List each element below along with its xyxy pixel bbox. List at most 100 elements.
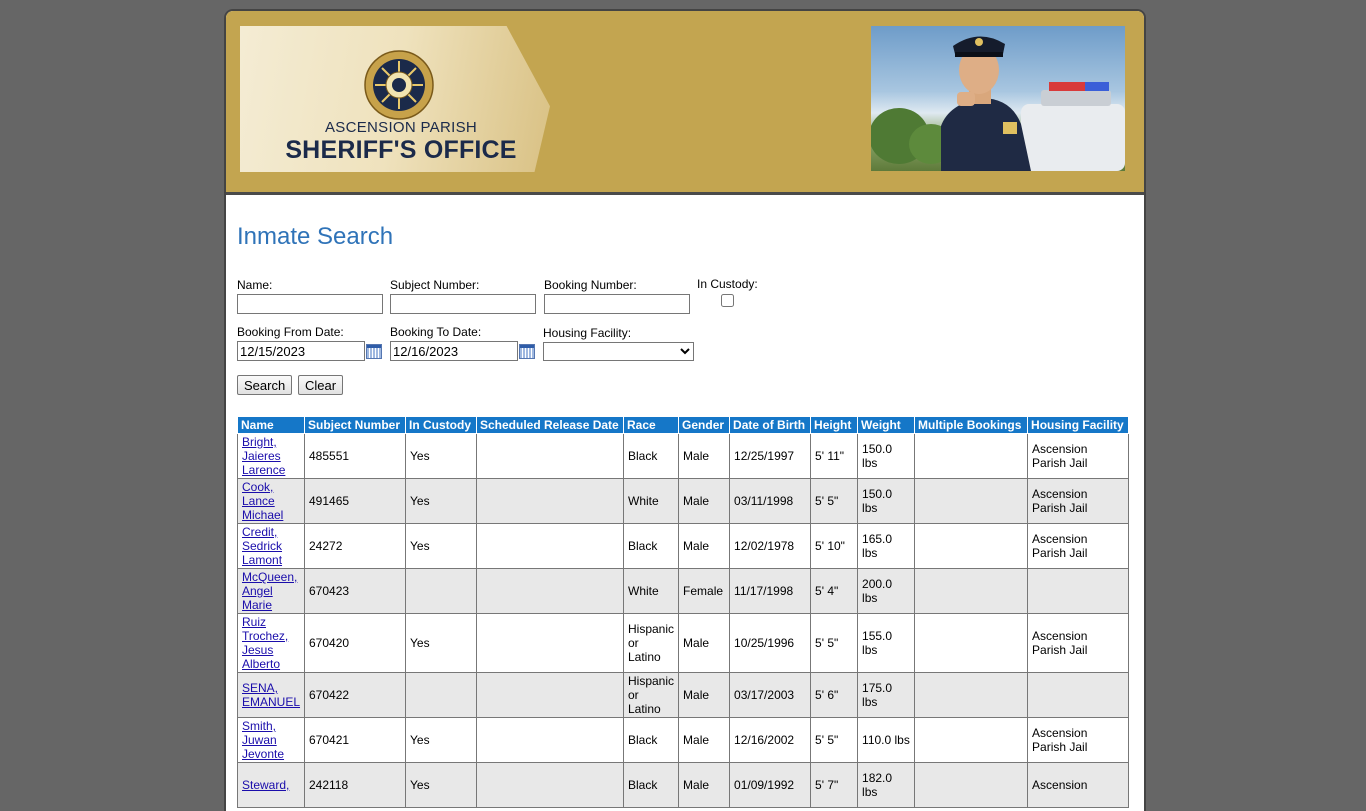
cell-name: SENA, EMANUEL: [237, 672, 305, 718]
cell-release-date: [476, 523, 624, 569]
col-header-in-custody[interactable]: In Custody: [405, 416, 477, 434]
page-title: Inmate Search: [237, 223, 394, 250]
inmate-name-link[interactable]: Ruiz Trochez, Jesus Alberto: [242, 615, 288, 671]
name-label: Name:: [237, 278, 273, 292]
inmate-name-link[interactable]: SENA, EMANUEL: [242, 681, 300, 709]
cell-date-of-birth: 01/09/1992: [729, 762, 812, 808]
inmate-name-link[interactable]: Smith, Juwan Jevonte: [242, 719, 284, 761]
cell-height: 5' 10": [810, 523, 859, 569]
subject-number-field-group: Subject Number:: [390, 278, 536, 314]
cell-subject-number: 670423: [304, 568, 406, 614]
cell-housing-facility: Ascension Parish Jail: [1027, 717, 1130, 763]
search-button[interactable]: Search: [237, 375, 293, 395]
cell-name: Ruiz Trochez, Jesus Alberto: [237, 613, 305, 673]
cell-housing-facility: [1027, 672, 1130, 718]
cell-release-date: [476, 672, 624, 718]
col-header-height[interactable]: Height: [810, 416, 859, 434]
col-header-subject-number[interactable]: Subject Number: [304, 416, 406, 434]
cell-multiple-bookings: [914, 523, 1029, 569]
officer-photo-image: [871, 36, 1125, 171]
logo-text-sheriffs-office: SHERIFF'S OFFICE: [285, 136, 517, 164]
col-header-name[interactable]: Name: [237, 416, 305, 434]
cell-height: 5' 4": [810, 568, 859, 614]
in-custody-label: In Custody:: [697, 277, 758, 291]
col-header-housing-facility[interactable]: Housing Facility: [1027, 416, 1130, 434]
col-header-race[interactable]: Race: [622, 416, 680, 434]
cell-date-of-birth: 11/17/1998: [729, 568, 812, 614]
cell-gender: Male: [678, 433, 731, 479]
cell-in-custody: Yes: [405, 478, 477, 524]
cell-weight: 150.0 lbs: [857, 433, 916, 479]
subject-number-input[interactable]: [390, 294, 536, 314]
clear-button[interactable]: Clear: [298, 375, 344, 395]
booking-to-field-group: Booking To Date:: [390, 325, 518, 361]
cell-date-of-birth: 12/25/1997: [729, 433, 812, 479]
inmate-name-link[interactable]: Credit, Sedrick Lamont: [242, 525, 282, 567]
cell-name: Bright, Jaieres Larence: [237, 433, 305, 479]
col-header-weight[interactable]: Weight: [857, 416, 916, 434]
inmate-name-link[interactable]: Steward,: [242, 778, 289, 792]
table-row: Ruiz Trochez, Jesus Alberto 670420 Yes H…: [237, 613, 1130, 673]
cell-housing-facility: Ascension Parish Jail: [1027, 433, 1130, 479]
table-row: SENA, EMANUEL 670422 Hispanic or Latino …: [237, 672, 1130, 718]
booking-number-label: Booking Number:: [544, 278, 637, 292]
cell-release-date: [476, 568, 624, 614]
booking-to-date-input[interactable]: [390, 341, 518, 361]
cell-multiple-bookings: [914, 433, 1029, 479]
table-header-row: Name Subject Number In Custody Scheduled…: [237, 416, 1130, 434]
cell-release-date: [476, 478, 624, 524]
cell-gender: Male: [678, 762, 731, 808]
booking-from-date-input[interactable]: [237, 341, 365, 361]
housing-facility-field-group: Housing Facility:: [543, 326, 694, 361]
cell-gender: Female: [678, 568, 731, 614]
cell-gender: Male: [678, 717, 731, 763]
booking-from-label: Booking From Date:: [237, 325, 344, 339]
inmate-name-link[interactable]: Cook, Lance Michael: [242, 480, 283, 522]
cell-gender: Male: [678, 672, 731, 718]
cell-race: Hispanic or Latino: [622, 613, 680, 673]
col-header-gender[interactable]: Gender: [678, 416, 731, 434]
cell-weight: 175.0 lbs: [857, 672, 916, 718]
cell-in-custody: Yes: [405, 433, 477, 479]
cell-gender: Male: [678, 523, 731, 569]
cell-height: 5' 5": [810, 613, 859, 673]
cell-multiple-bookings: [914, 478, 1029, 524]
sheriff-logo[interactable]: ASCENSION PARISH SHERIFF'S OFFICE: [240, 26, 550, 172]
cell-name: Credit, Sedrick Lamont: [237, 523, 305, 569]
cell-weight: 110.0 lbs: [857, 717, 916, 763]
col-header-release-date[interactable]: Scheduled Release Date: [476, 416, 624, 434]
cell-height: 5' 6": [810, 672, 859, 718]
in-custody-checkbox[interactable]: [720, 294, 734, 307]
cell-name: McQueen, Angel Marie: [237, 568, 305, 614]
logo-text-parish: ASCENSION PARISH: [324, 119, 478, 136]
subject-number-label: Subject Number:: [390, 278, 480, 292]
booking-to-calendar-icon[interactable]: [519, 344, 535, 359]
cell-height: 5' 5": [810, 478, 859, 524]
table-row: Smith, Juwan Jevonte 670421 Yes Black Ma…: [237, 717, 1130, 763]
cell-multiple-bookings: [914, 672, 1029, 718]
booking-from-calendar-icon[interactable]: [366, 344, 382, 359]
site-header: ASCENSION PARISH SHERIFF'S OFFICE: [226, 11, 1144, 195]
table-row: Credit, Sedrick Lamont 24272 Yes Black M…: [237, 523, 1130, 569]
cell-subject-number: 242118: [304, 762, 406, 808]
cell-gender: Male: [678, 478, 731, 524]
inmate-name-link[interactable]: Bright, Jaieres Larence: [242, 435, 285, 477]
booking-number-input[interactable]: [544, 294, 690, 314]
col-header-date-of-birth[interactable]: Date of Birth: [729, 416, 812, 434]
in-custody-field-group: In Custody:: [697, 277, 758, 310]
cell-date-of-birth: 03/17/2003: [729, 672, 812, 718]
cell-height: 5' 7": [810, 762, 859, 808]
housing-facility-label: Housing Facility:: [543, 326, 632, 340]
cell-subject-number: 670422: [304, 672, 406, 718]
cell-housing-facility: Ascension Parish Jail: [1027, 523, 1130, 569]
housing-facility-select[interactable]: [543, 342, 694, 361]
cell-subject-number: 670421: [304, 717, 406, 763]
header-officer-photo: [871, 26, 1125, 171]
cell-weight: 182.0 lbs: [857, 762, 916, 808]
booking-to-label: Booking To Date:: [390, 325, 482, 339]
inmate-name-link[interactable]: McQueen, Angel Marie: [242, 570, 297, 612]
name-input[interactable]: [237, 294, 383, 314]
cell-release-date: [476, 433, 624, 479]
cell-release-date: [476, 762, 624, 808]
col-header-multiple-bookings[interactable]: Multiple Bookings: [914, 416, 1029, 434]
